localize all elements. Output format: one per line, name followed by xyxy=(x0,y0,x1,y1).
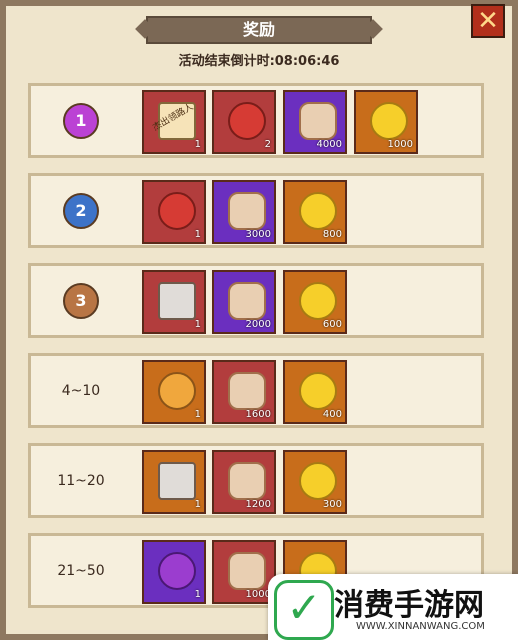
item-quantity: 400 xyxy=(322,409,342,420)
site-watermark: ✓ 消费手游网 WWW.XINNANWANG.COM xyxy=(268,574,518,640)
sack-icon xyxy=(228,462,266,500)
reward-item-coin[interactable]: 300 xyxy=(283,450,347,514)
sack-icon xyxy=(228,192,266,230)
reward-item-sack[interactable]: 1200 xyxy=(212,450,276,514)
reward-row: 3 1 2000 600 xyxy=(28,263,484,338)
reward-item-box[interactable]: 1 xyxy=(142,450,206,514)
medal-icon: 1 xyxy=(63,102,99,139)
item-quantity: 1000 xyxy=(387,139,413,150)
reward-item-orangebag[interactable]: 1 xyxy=(142,360,206,424)
item-quantity: 1 xyxy=(194,499,201,510)
item-quantity: 1 xyxy=(194,139,201,150)
reward-item-redbag[interactable]: 2 xyxy=(212,90,276,154)
coin-icon xyxy=(299,192,337,230)
sack-icon xyxy=(228,552,266,590)
item-quantity: 600 xyxy=(322,319,342,330)
sack-icon xyxy=(228,372,266,410)
reward-row: 1 杰出领路人 1 2 4000 1000 xyxy=(28,83,484,158)
sack-icon xyxy=(228,282,266,320)
reward-item-purplebag[interactable]: 1 xyxy=(142,540,206,604)
coin-icon xyxy=(299,462,337,500)
close-icon[interactable]: ✕ xyxy=(471,4,505,38)
reward-item-coin[interactable]: 800 xyxy=(283,180,347,244)
medal-icon: 3 xyxy=(63,282,99,319)
item-quantity: 1 xyxy=(194,409,201,420)
watermark-url: WWW.XINNANWANG.COM xyxy=(356,621,485,632)
panel-title: 奖励 xyxy=(146,16,372,44)
item-quantity: 300 xyxy=(322,499,342,510)
item-quantity: 2 xyxy=(264,139,271,150)
reward-row: 4~10 1 1600 400 xyxy=(28,353,484,428)
item-quantity: 1 xyxy=(194,229,201,240)
box-icon xyxy=(158,282,196,320)
rank-range: 21~50 xyxy=(57,562,105,579)
rank-label: 4~10 xyxy=(31,356,131,425)
reward-item-coin[interactable]: 1000 xyxy=(354,90,418,154)
reward-item-sack[interactable]: 1000 xyxy=(212,540,276,604)
purplebag-icon xyxy=(158,552,196,590)
rank-label: 11~20 xyxy=(31,446,131,515)
reward-item-sack[interactable]: 1600 xyxy=(212,360,276,424)
rank-range: 4~10 xyxy=(61,382,101,399)
item-quantity: 1 xyxy=(194,589,201,600)
reward-item-scroll[interactable]: 杰出领路人 1 xyxy=(142,90,206,154)
reward-row: 2 1 3000 800 xyxy=(28,173,484,248)
item-quantity: 4000 xyxy=(316,139,342,150)
event-countdown: 活动结束倒计时:08:06:46 xyxy=(178,54,340,69)
reward-item-sack[interactable]: 3000 xyxy=(212,180,276,244)
item-quantity: 3000 xyxy=(245,229,271,240)
reward-row: 11~20 1 1200 300 xyxy=(28,443,484,518)
rank-range: 11~20 xyxy=(57,472,105,489)
reward-item-box[interactable]: 1 xyxy=(142,270,206,334)
item-quantity: 1 xyxy=(194,319,201,330)
reward-item-redbag[interactable]: 1 xyxy=(142,180,206,244)
item-quantity: 1600 xyxy=(245,409,271,420)
medal-icon: 2 xyxy=(63,192,99,229)
redbag-icon xyxy=(158,192,196,230)
rank-label: 21~50 xyxy=(31,536,131,605)
item-quantity: 1200 xyxy=(245,499,271,510)
check-icon: ✓ xyxy=(274,580,334,640)
rank-label: 2 xyxy=(31,176,131,245)
rank-label: 1 xyxy=(31,86,131,155)
item-quantity: 800 xyxy=(322,229,342,240)
reward-item-sack[interactable]: 4000 xyxy=(283,90,347,154)
reward-item-coin[interactable]: 400 xyxy=(283,360,347,424)
item-quantity: 2000 xyxy=(245,319,271,330)
watermark-text: 消费手游网 xyxy=(334,588,484,623)
rank-label: 3 xyxy=(31,266,131,335)
coin-icon xyxy=(370,102,408,140)
reward-item-sack[interactable]: 2000 xyxy=(212,270,276,334)
orangebag-icon xyxy=(158,372,196,410)
coin-icon xyxy=(299,372,337,410)
box-icon xyxy=(158,462,196,500)
sack-icon xyxy=(299,102,337,140)
coin-icon xyxy=(299,282,337,320)
redbag-icon xyxy=(228,102,266,140)
reward-item-coin[interactable]: 600 xyxy=(283,270,347,334)
